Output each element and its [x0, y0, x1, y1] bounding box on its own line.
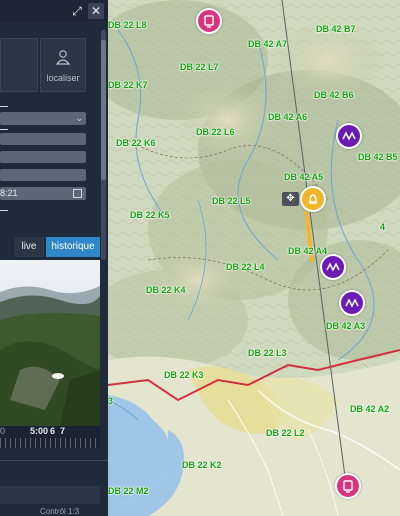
localiser-button[interactable]: localiser	[40, 38, 86, 92]
bottom-field[interactable]	[0, 486, 100, 504]
signal-wave-icon	[342, 131, 356, 141]
scrollbar-thumb[interactable]	[101, 40, 106, 180]
camera-icon	[204, 15, 214, 28]
signal-wave-icon	[326, 262, 340, 272]
timeline-tick-label: 0	[0, 426, 6, 436]
footer-text: Contrôl 1:3	[40, 507, 80, 516]
panel-scrollbar[interactable]	[101, 30, 106, 260]
map-label: DB 22 K6	[116, 138, 156, 148]
signal-wave-icon	[345, 298, 359, 308]
map-label: DB 22 K4	[146, 285, 186, 295]
timeline-slider[interactable]: 0 5:00 6 7	[0, 426, 100, 448]
timeline-tick-label: 6	[50, 426, 56, 436]
map-label: DB 42 A2	[350, 404, 390, 414]
timeline-ticks	[0, 438, 100, 448]
map-label: DB 22 L4	[226, 262, 265, 272]
map-label: DB 22 M2	[108, 486, 149, 496]
map-label: DB 42 B7	[316, 24, 356, 34]
side-panel: ⤢ ✕ localiser ⌄ 8:21 live historique 0 5…	[0, 0, 108, 516]
map-label: DB 42 B5	[358, 152, 398, 162]
map-label: DB 42 A4	[288, 246, 328, 256]
sensor-marker[interactable]	[320, 254, 346, 280]
camera-marker[interactable]	[335, 473, 361, 499]
map-label: DB 22 L8	[108, 20, 147, 30]
panel-top-bar: ⤢ ✕	[0, 0, 108, 22]
input-field[interactable]	[0, 151, 86, 163]
date-value: 8:21	[0, 188, 18, 198]
divider	[0, 460, 108, 461]
expand-icon[interactable]: ⤢	[69, 3, 85, 19]
select-field[interactable]: ⌄	[0, 112, 86, 125]
timeline-tick-label: 7	[60, 426, 66, 436]
map-label: DB 22 L5	[212, 196, 251, 206]
sensor-marker[interactable]	[339, 290, 365, 316]
map-label: DB 22 K3	[164, 370, 204, 380]
field-indicator	[0, 129, 8, 130]
map-label: 4	[380, 222, 386, 232]
tab-live[interactable]: live	[14, 237, 44, 257]
map-label: DB 22 K2	[182, 460, 222, 470]
input-field[interactable]	[0, 169, 86, 181]
field-indicator	[0, 106, 8, 107]
map-label: DB 22 L7	[180, 62, 219, 72]
action-card[interactable]	[0, 38, 38, 92]
move-icon[interactable]: ✥	[282, 192, 299, 206]
map-label: DB 22 L6	[196, 127, 235, 137]
input-field[interactable]	[0, 133, 86, 145]
close-button[interactable]: ✕	[88, 3, 104, 19]
map-label: 3	[108, 396, 114, 406]
camera-photo	[0, 260, 100, 426]
topographic-map[interactable]: DB 22 L8 DB 42 A7 DB 42 B7 DB 22 L7 DB 2…	[108, 0, 400, 516]
localiser-label: localiser	[46, 73, 80, 83]
map-label: DB 42 A6	[268, 112, 308, 122]
camera-icon	[343, 480, 353, 493]
sensor-marker[interactable]	[336, 123, 362, 149]
locate-person-icon	[56, 50, 70, 65]
map-label: DB 22 K5	[130, 210, 170, 220]
map-label: DB 42 A5	[284, 172, 324, 182]
map-label: DB 22 L2	[266, 428, 305, 438]
map-terrain	[108, 0, 400, 516]
chevron-down-icon: ⌄	[75, 113, 83, 123]
map-label: DB 42 A3	[326, 321, 366, 331]
timeline-tick-label: 5:00	[30, 426, 49, 436]
map-label: DB 42 B6	[314, 90, 354, 100]
date-field[interactable]: 8:21	[0, 187, 86, 200]
alert-marker[interactable]	[300, 186, 326, 212]
alarm-bell-icon	[309, 194, 317, 204]
field-indicator	[0, 210, 8, 211]
map-label: DB 42 A7	[248, 39, 288, 49]
map-label: DB 22 L3	[248, 348, 287, 358]
calendar-icon[interactable]	[73, 189, 82, 198]
camera-marker[interactable]	[196, 8, 222, 34]
map-label: DB 22 K7	[108, 80, 148, 90]
tab-historique[interactable]: historique	[46, 237, 100, 257]
